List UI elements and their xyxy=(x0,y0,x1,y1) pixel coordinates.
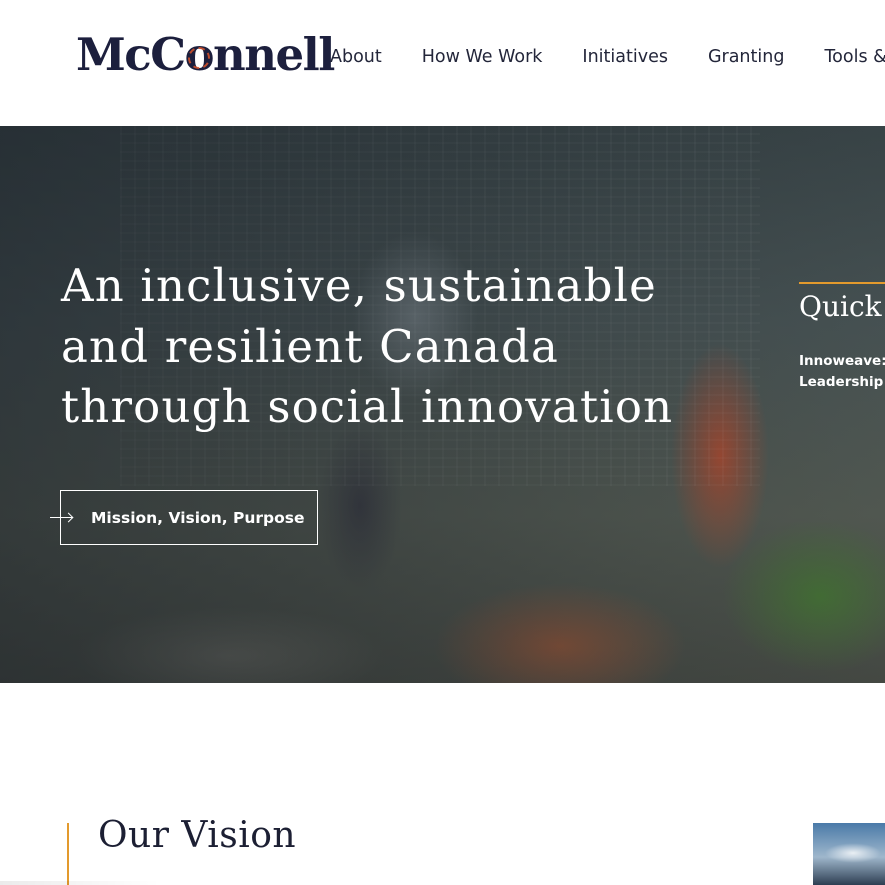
quick-link-leadership[interactable]: Leadership I xyxy=(799,372,885,393)
logo-text-start: McC xyxy=(76,28,186,81)
main-nav: About How We Work Initiatives Granting T… xyxy=(330,44,885,70)
quick-links-divider xyxy=(799,282,885,284)
logo-ring-letter: o xyxy=(184,28,215,81)
cta-label: Mission, Vision, Purpose xyxy=(91,508,305,527)
nav-item-granting[interactable]: Granting xyxy=(708,44,785,70)
vision-accent-bar xyxy=(67,823,69,885)
nav-item-about[interactable]: About xyxy=(330,44,382,70)
mission-vision-purpose-button[interactable]: Mission, Vision, Purpose xyxy=(50,490,318,545)
nav-item-how-we-work[interactable]: How We Work xyxy=(422,44,543,70)
site-header: McCo nnell About How We Work Initiatives … xyxy=(0,0,885,126)
logo-text-end: nnell xyxy=(213,28,335,81)
quick-links-list: Innoweave: Leadership I xyxy=(799,351,885,393)
hero-banner: An inclusive, sustainable and resilient … xyxy=(0,126,885,683)
nav-item-tools-resources[interactable]: Tools & Re xyxy=(824,44,885,70)
vision-section: Our Vision xyxy=(0,683,885,885)
nav-item-initiatives[interactable]: Initiatives xyxy=(582,44,668,70)
mcconnell-logo[interactable]: McCo nnell xyxy=(76,28,335,82)
vision-image xyxy=(813,823,885,885)
quick-link-innoweave[interactable]: Innoweave: xyxy=(799,351,885,372)
hero-heading: An inclusive, sustainable and resilient … xyxy=(61,259,674,433)
section-shadow xyxy=(0,881,160,885)
logo-ring-icon xyxy=(187,46,210,69)
quick-links-title: Quick xyxy=(799,290,882,323)
quick-links-panel: Quick Innoweave: Leadership I xyxy=(799,282,885,393)
vision-heading: Our Vision xyxy=(98,815,297,856)
arrow-right-icon xyxy=(50,517,72,518)
